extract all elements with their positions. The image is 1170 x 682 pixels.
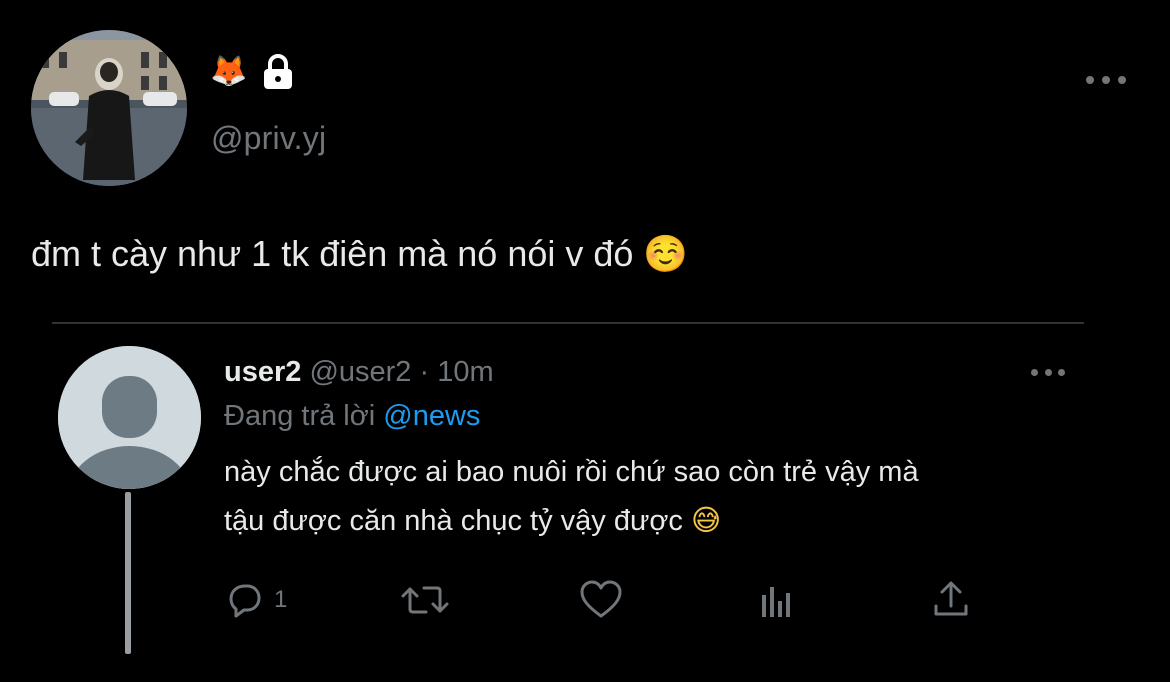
lock-icon xyxy=(264,54,293,89)
author-handle[interactable]: @priv.yj xyxy=(211,120,326,157)
more-dot xyxy=(1118,76,1126,84)
retweet-button[interactable] xyxy=(400,578,450,622)
heart-icon xyxy=(580,580,622,618)
thread-line xyxy=(125,492,131,654)
analytics-icon xyxy=(762,587,790,617)
replying-to-mention[interactable]: @news xyxy=(383,400,480,432)
author-name-row: 🦊 xyxy=(210,52,295,92)
more-dot xyxy=(1058,368,1065,376)
more-icon[interactable] xyxy=(1086,68,1126,92)
reply-icon xyxy=(229,584,261,618)
reply-more-icon[interactable] xyxy=(1031,365,1065,379)
like-button[interactable] xyxy=(579,578,623,622)
tweet-text-content: đm t cày như 1 tk điên mà nó nói v đó xyxy=(31,233,644,274)
more-dot xyxy=(1102,76,1110,84)
reply-body-text: tậu được căn nhà chục tỷ vậy được xyxy=(224,505,691,537)
more-dot xyxy=(1044,368,1052,376)
display-name[interactable]: 🦊 xyxy=(210,57,247,87)
views-button[interactable] xyxy=(758,578,796,622)
smiling-emoji: ☺️ xyxy=(643,234,689,275)
reply-handle-time[interactable]: @user2 · 10m xyxy=(301,356,493,388)
default-avatar-icon xyxy=(58,346,201,489)
reply-body: này chắc được ai bao nuôi rồi chứ sao cò… xyxy=(224,448,1104,545)
more-dot xyxy=(1086,76,1094,84)
divider xyxy=(52,322,1084,324)
tweet-text: đm t cày như 1 tk điên mà nó nói v đó ☺️ xyxy=(31,228,688,281)
retweet-icon xyxy=(401,586,449,614)
reply-author-name[interactable]: user2 xyxy=(224,356,301,388)
reply-count: 1 xyxy=(274,586,288,613)
author-avatar[interactable] xyxy=(31,30,187,186)
reply-body-line: này chắc được ai bao nuôi rồi chứ sao cò… xyxy=(224,456,919,488)
replying-to-label: Đang trả lời xyxy=(224,400,384,432)
replying-to: Đang trả lời @news xyxy=(224,396,480,436)
reply-button[interactable]: 1 xyxy=(226,578,287,622)
sweat-smile-emoji: 😅 xyxy=(690,503,722,537)
reply-body-line: tậu được căn nhà chục tỷ vậy được 😅 xyxy=(224,496,1104,545)
share-button[interactable] xyxy=(932,578,970,622)
reply-avatar[interactable] xyxy=(58,346,201,489)
reply-header: user2 @user2 · 10m xyxy=(224,352,494,392)
more-dot xyxy=(1031,368,1038,376)
author-avatar-photo xyxy=(31,30,187,186)
share-icon xyxy=(934,581,968,616)
